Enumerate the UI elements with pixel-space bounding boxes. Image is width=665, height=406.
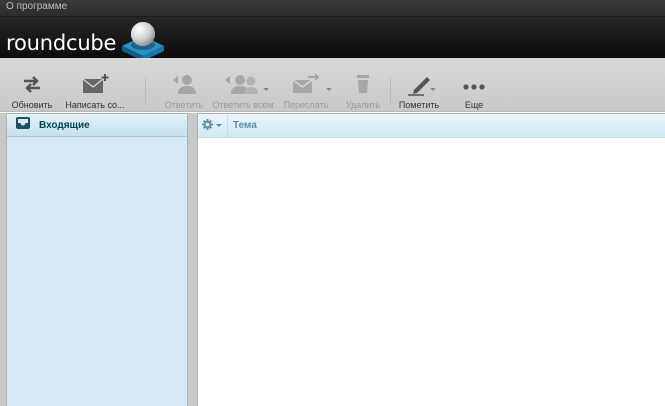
roundcube-logo[interactable]: roundcube	[6, 18, 166, 62]
reply-button[interactable]: Ответить	[163, 58, 205, 110]
splitter[interactable]	[188, 113, 197, 406]
reply-label: Ответить	[164, 100, 204, 110]
chevron-down-icon	[216, 124, 222, 127]
reply-all-icon	[223, 69, 263, 99]
reply-all-dropdown-icon[interactable]	[263, 88, 269, 91]
reply-all-button[interactable]: Ответить всем	[211, 58, 275, 110]
header: roundcube	[0, 17, 665, 61]
toolbar: Обновить Написать со... Ответить Ответит…	[0, 58, 665, 112]
forward-dropdown-icon[interactable]	[326, 88, 332, 91]
message-list: Тема	[197, 113, 665, 406]
pencil-icon	[404, 69, 434, 99]
folder-list: Входящие	[6, 113, 188, 406]
trash-icon	[353, 69, 373, 99]
compose-button[interactable]: Написать со...	[64, 58, 126, 110]
inbox-icon	[15, 116, 31, 135]
more-button[interactable]: Еще	[456, 58, 492, 110]
refresh-label: Обновить	[11, 100, 53, 110]
folder-item-inbox[interactable]: Входящие	[7, 114, 187, 137]
message-list-header: Тема	[198, 113, 665, 138]
mark-label: Пометить	[398, 100, 440, 110]
reply-all-label: Ответить всем	[212, 100, 274, 110]
top-bar: О программе	[0, 0, 665, 17]
logo-cube-icon	[122, 22, 164, 61]
mark-button[interactable]: Пометить	[396, 58, 442, 110]
more-dots-icon	[459, 69, 489, 99]
forward-label: Переслать	[283, 100, 329, 110]
more-label: Еще	[464, 100, 484, 110]
refresh-button[interactable]: Обновить	[10, 58, 54, 110]
list-options-button[interactable]	[198, 113, 228, 138]
toolbar-separator	[145, 77, 146, 105]
column-subject[interactable]: Тема	[233, 120, 257, 131]
toolbar-separator	[390, 77, 391, 105]
folder-name: Входящие	[39, 119, 90, 131]
delete-label: Удалить	[345, 100, 381, 110]
gear-icon	[202, 117, 213, 135]
forward-button[interactable]: Переслать	[282, 58, 332, 110]
compose-label: Написать со...	[65, 100, 125, 110]
refresh-icon	[21, 69, 43, 99]
delete-button[interactable]: Удалить	[343, 58, 383, 110]
compose-icon	[80, 69, 110, 99]
reply-icon	[169, 69, 199, 99]
logo-wordmark: roundcube	[6, 31, 117, 55]
about-link[interactable]: О программе	[6, 1, 67, 12]
mark-dropdown-icon[interactable]	[430, 88, 436, 91]
forward-icon	[290, 69, 322, 99]
